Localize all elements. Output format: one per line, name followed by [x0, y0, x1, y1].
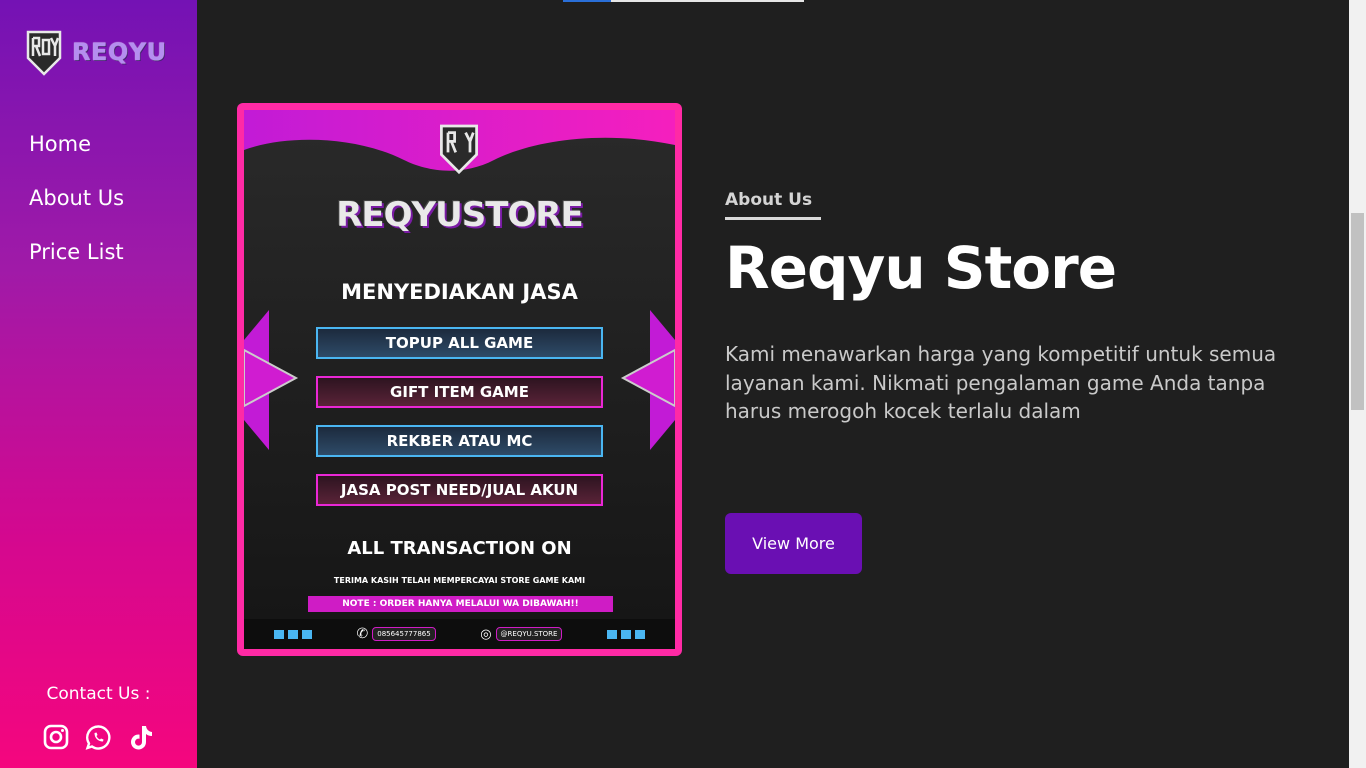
poster-service-item: REKBER ATAU MC — [316, 425, 603, 457]
about-description: Kami menawarkan harga yang kompetitif un… — [725, 342, 1277, 423]
whatsapp-icon: ✆ — [356, 626, 369, 642]
poster-instagram: ◎ @REQYU.STORE — [480, 626, 563, 642]
scrollbar-thumb[interactable] — [1351, 213, 1364, 410]
poster-service-item: GIFT ITEM GAME — [316, 376, 603, 408]
poster-right-arrow-decoration — [620, 310, 675, 450]
instagram-icon[interactable] — [42, 722, 69, 752]
poster-service-item: JASA POST NEED/JUAL AKUN — [316, 474, 603, 506]
instagram-icon: ◎ — [480, 626, 492, 642]
shield-logo-icon — [26, 30, 62, 76]
poster-whatsapp: ✆ 085645777865 — [357, 626, 436, 642]
nav-item-price-list[interactable]: Price List — [29, 238, 124, 292]
poster-footer: ✆ 085645777865 ◎ @REQYU.STORE — [244, 619, 675, 649]
poster-instagram-handle: @REQYU.STORE — [495, 627, 563, 641]
poster-thanks-text: TERIMA KASIH TELAH MEMPERCAYAI STORE GAM… — [333, 576, 586, 585]
poster-shield-icon — [440, 124, 478, 175]
poster-subtitle: MENYEDIAKAN JASA — [341, 280, 578, 304]
poster-note: NOTE : ORDER HANYA MELALUI WA DIBAWAH!! — [308, 596, 613, 612]
poster-footer-dots — [274, 629, 312, 639]
poster-footer-dots — [606, 629, 645, 639]
view-more-button[interactable]: View More — [725, 513, 862, 574]
store-poster-image: REQYUSTORE MENYEDIAKAN JASA TOPUP ALL GA… — [237, 103, 682, 656]
sidebar: REQYU Home About Us Price List Contact U… — [0, 0, 197, 768]
top-divider-accent — [563, 0, 611, 2]
section-label-underline — [725, 217, 821, 220]
contact-label: Contact Us : — [46, 684, 151, 704]
poster-transaction-text: ALL TRANSACTION ON — [347, 538, 572, 559]
poster-whatsapp-number: 085645777865 — [372, 627, 436, 641]
poster-content: REQYUSTORE MENYEDIAKAN JASA TOPUP ALL GA… — [244, 110, 675, 649]
social-links — [0, 722, 197, 752]
section-label: About Us — [725, 190, 813, 210]
scrollbar[interactable] — [1349, 0, 1366, 768]
poster-left-arrow-decoration — [244, 310, 299, 450]
page-title: Reqyu Store — [725, 234, 1117, 302]
tiktok-icon[interactable] — [128, 722, 155, 752]
main-nav: Home About Us Price List — [29, 130, 124, 292]
whatsapp-icon[interactable] — [85, 722, 112, 752]
poster-title: REQYUSTORE — [336, 195, 584, 235]
brand-name: REQYU — [72, 38, 167, 66]
poster-service-item: TOPUP ALL GAME — [316, 327, 603, 359]
nav-item-about-us[interactable]: About Us — [29, 184, 124, 238]
brand-logo[interactable]: REQYU — [24, 28, 167, 76]
nav-item-home[interactable]: Home — [29, 130, 124, 184]
